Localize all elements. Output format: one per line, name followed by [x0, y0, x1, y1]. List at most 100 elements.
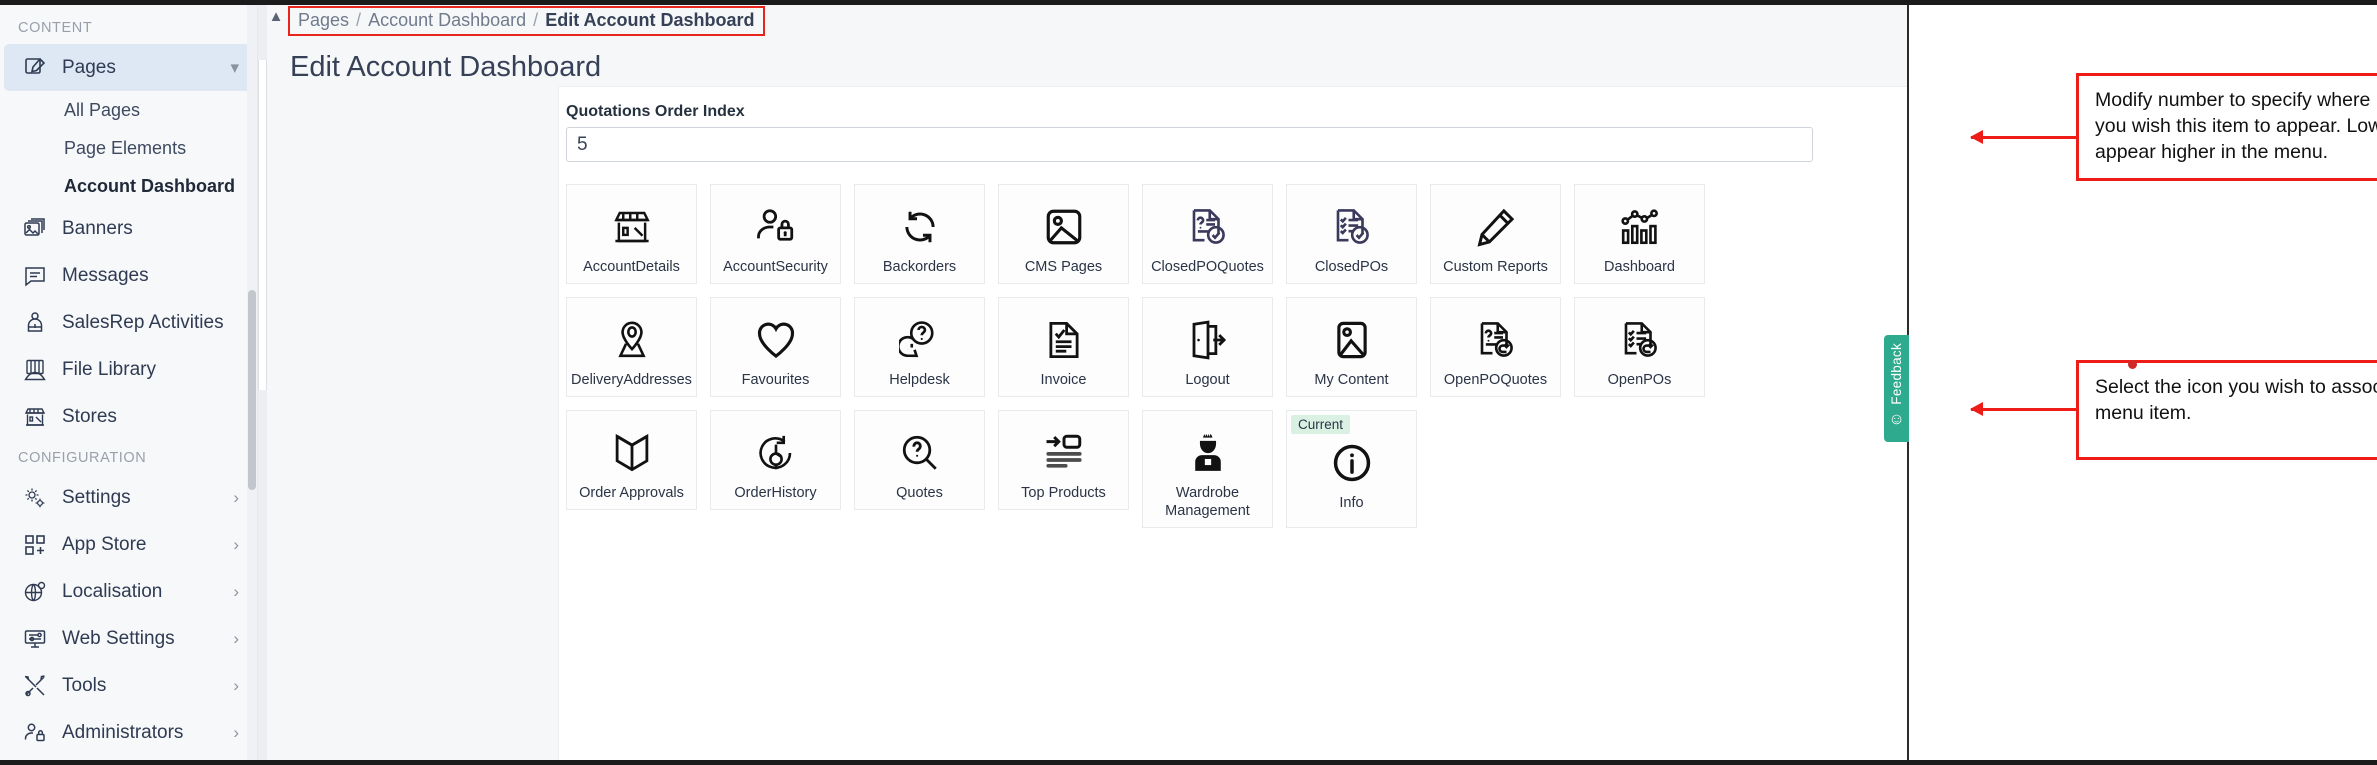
info-circle-icon — [1330, 441, 1374, 485]
icon-tile-my-content[interactable]: My Content — [1286, 297, 1417, 397]
sidebar-item-app-store[interactable]: App Store › — [4, 521, 253, 568]
sidebar-item-page-elements[interactable]: Page Elements — [4, 129, 253, 167]
sidebar-item-pages[interactable]: Pages ▾ — [4, 44, 253, 91]
icon-tile-orderhistory[interactable]: OrderHistory — [710, 410, 841, 510]
icon-tile-invoice[interactable]: Invoice — [998, 297, 1129, 397]
icon-tile-label: DeliveryAddresses — [569, 371, 695, 389]
icon-tile-quotes[interactable]: Quotes — [854, 410, 985, 510]
sidebar-item-administrators[interactable]: Administrators › — [4, 709, 253, 756]
file-library-icon — [22, 357, 48, 383]
icon-tile-label: Top Products — [1001, 484, 1127, 502]
sidebar-item-tools[interactable]: Tools › — [4, 662, 253, 709]
icon-tile-closedpoquotes[interactable]: ClosedPOQuotes — [1142, 184, 1273, 284]
breadcrumb: Pages / Account Dashboard / Edit Account… — [288, 6, 765, 36]
icon-tile-label: Favourites — [713, 371, 839, 389]
sidebar-item-label: Administrators — [62, 722, 219, 744]
admin-console: CONTENT Pages ▾ All Pages Page Elements … — [0, 0, 2377, 765]
icon-tile-label: CMS Pages — [1001, 258, 1127, 276]
breadcrumb-item-account-dashboard[interactable]: Account Dashboard — [368, 10, 526, 31]
icon-tile-top-products[interactable]: Top Products — [998, 410, 1129, 510]
messages-icon — [22, 263, 48, 289]
salesrep-icon — [22, 310, 48, 336]
sidebar-item-salesrep-activities[interactable]: SalesRep Activities — [4, 299, 253, 346]
admin-user-icon — [22, 720, 48, 746]
sidebar-scrollbar-track[interactable] — [247, 0, 257, 765]
icon-tile-logout[interactable]: Logout — [1142, 297, 1273, 397]
sidebar-item-label: Web Settings — [62, 628, 219, 650]
breadcrumb-item-pages[interactable]: Pages — [298, 10, 349, 31]
sidebar-item-account-dashboard[interactable]: Account Dashboard — [4, 167, 253, 205]
icon-tile-label: Quotes — [857, 484, 983, 502]
icon-tile-order-approvals[interactable]: Order Approvals — [566, 410, 697, 510]
sidebar-item-label: Localisation — [62, 581, 219, 603]
document-checklist-check-icon — [1330, 205, 1374, 249]
icon-tile-label: AccountDetails — [569, 258, 695, 276]
open-book-icon — [610, 431, 654, 475]
icon-tile-label: Wardrobe Management — [1145, 484, 1271, 520]
icon-tile-deliveryaddresses[interactable]: DeliveryAddresses — [566, 297, 697, 397]
icon-tile-wardrobe-management[interactable]: Wardrobe Management — [1142, 410, 1273, 528]
main-content: ▲ Pages / Account Dashboard / Edit Accou… — [258, 0, 1909, 765]
icon-tile-closedpos[interactable]: ClosedPOs — [1286, 184, 1417, 284]
quotations-order-index-input[interactable] — [566, 127, 1813, 162]
icon-tile-backorders[interactable]: Backorders — [854, 184, 985, 284]
icon-tile-accountsecurity[interactable]: AccountSecurity — [710, 184, 841, 284]
chevron-right-icon: › — [233, 724, 239, 741]
icon-tile-dashboard[interactable]: Dashboard — [1574, 184, 1705, 284]
sidebar-item-banners[interactable]: Banners — [4, 205, 253, 252]
sidebar-section-content-label: CONTENT — [0, 10, 257, 44]
callout-icon-select: Select the icon you wish to associate wi… — [2076, 360, 2377, 460]
magnifier-question-icon — [898, 431, 942, 475]
icon-tile-favourites[interactable]: Favourites — [710, 297, 841, 397]
sidebar-item-stores[interactable]: Stores — [4, 393, 253, 440]
icon-tile-label: OpenPOQuotes — [1433, 371, 1559, 389]
chevron-right-icon: › — [233, 536, 239, 553]
sidebar-item-label: Banners — [62, 218, 239, 240]
tools-icon — [22, 673, 48, 699]
bar-chart-icon — [1618, 205, 1662, 249]
sidebar-item-label: Pages — [62, 57, 216, 79]
sidebar-item-label: Messages — [62, 265, 239, 287]
icon-tile-custom-reports[interactable]: Custom Reports — [1430, 184, 1561, 284]
icon-tile-openpos[interactable]: OpenPOs — [1574, 297, 1705, 397]
refresh-cycle-icon — [898, 205, 942, 249]
icon-tile-label: Order Approvals — [569, 484, 695, 502]
icon-tile-openpoquotes[interactable]: OpenPOQuotes — [1430, 297, 1561, 397]
icon-tile-accountdetails[interactable]: AccountDetails — [566, 184, 697, 284]
map-pin-icon — [610, 318, 654, 362]
feedback-tab[interactable]: Feedback ☺ — [1884, 335, 1909, 442]
breadcrumb-item-edit-account-dashboard: Edit Account Dashboard — [545, 10, 754, 31]
icon-tile-helpdesk[interactable]: Helpdesk — [854, 297, 985, 397]
main-scrollbar-thumb[interactable] — [258, 60, 267, 390]
feedback-tab-label: Feedback — [1889, 343, 1904, 405]
page-header: Pages / Account Dashboard / Edit Account… — [286, 0, 1907, 77]
globe-icon — [22, 579, 48, 605]
main-scrollbar-track[interactable] — [258, 0, 267, 765]
icon-tile-label: ClosedPOs — [1289, 258, 1415, 276]
icon-tile-info[interactable]: Current Info — [1286, 410, 1417, 528]
breadcrumb-separator: / — [356, 10, 361, 31]
banners-icon — [22, 216, 48, 242]
icon-tile-label: Info — [1289, 494, 1415, 512]
top-products-list-icon — [1042, 431, 1086, 475]
sidebar-item-file-library[interactable]: File Library — [4, 346, 253, 393]
sidebar-scrollbar-thumb[interactable] — [248, 290, 256, 490]
icon-tile-cms-pages[interactable]: CMS Pages — [998, 184, 1129, 284]
sidebar-item-all-pages[interactable]: All Pages — [4, 91, 253, 129]
icon-tile-label: Dashboard — [1577, 258, 1703, 276]
sidebar-item-label: Tools — [62, 675, 219, 697]
icon-tile-label: My Content — [1289, 371, 1415, 389]
sidebar-item-settings[interactable]: Settings › — [4, 474, 253, 521]
sidebar-item-localisation[interactable]: Localisation › — [4, 568, 253, 615]
page-title: Edit Account Dashboard — [290, 51, 601, 84]
gear-icon — [22, 485, 48, 511]
sidebar-section-configuration-label: CONFIGURATION — [0, 440, 257, 474]
chevron-down-icon: ▾ — [230, 59, 239, 76]
sidebar-item-web-settings[interactable]: Web Settings › — [4, 615, 253, 662]
icon-tile-label: Helpdesk — [857, 371, 983, 389]
annotation-arrow-icon-select — [1971, 408, 2079, 411]
scroll-up-arrow-icon[interactable]: ▲ — [267, 8, 285, 26]
annotation-pane: Feedback ☺ Modify number to specify wher… — [1909, 0, 2377, 765]
heart-icon — [754, 318, 798, 362]
sidebar-item-messages[interactable]: Messages — [4, 252, 253, 299]
